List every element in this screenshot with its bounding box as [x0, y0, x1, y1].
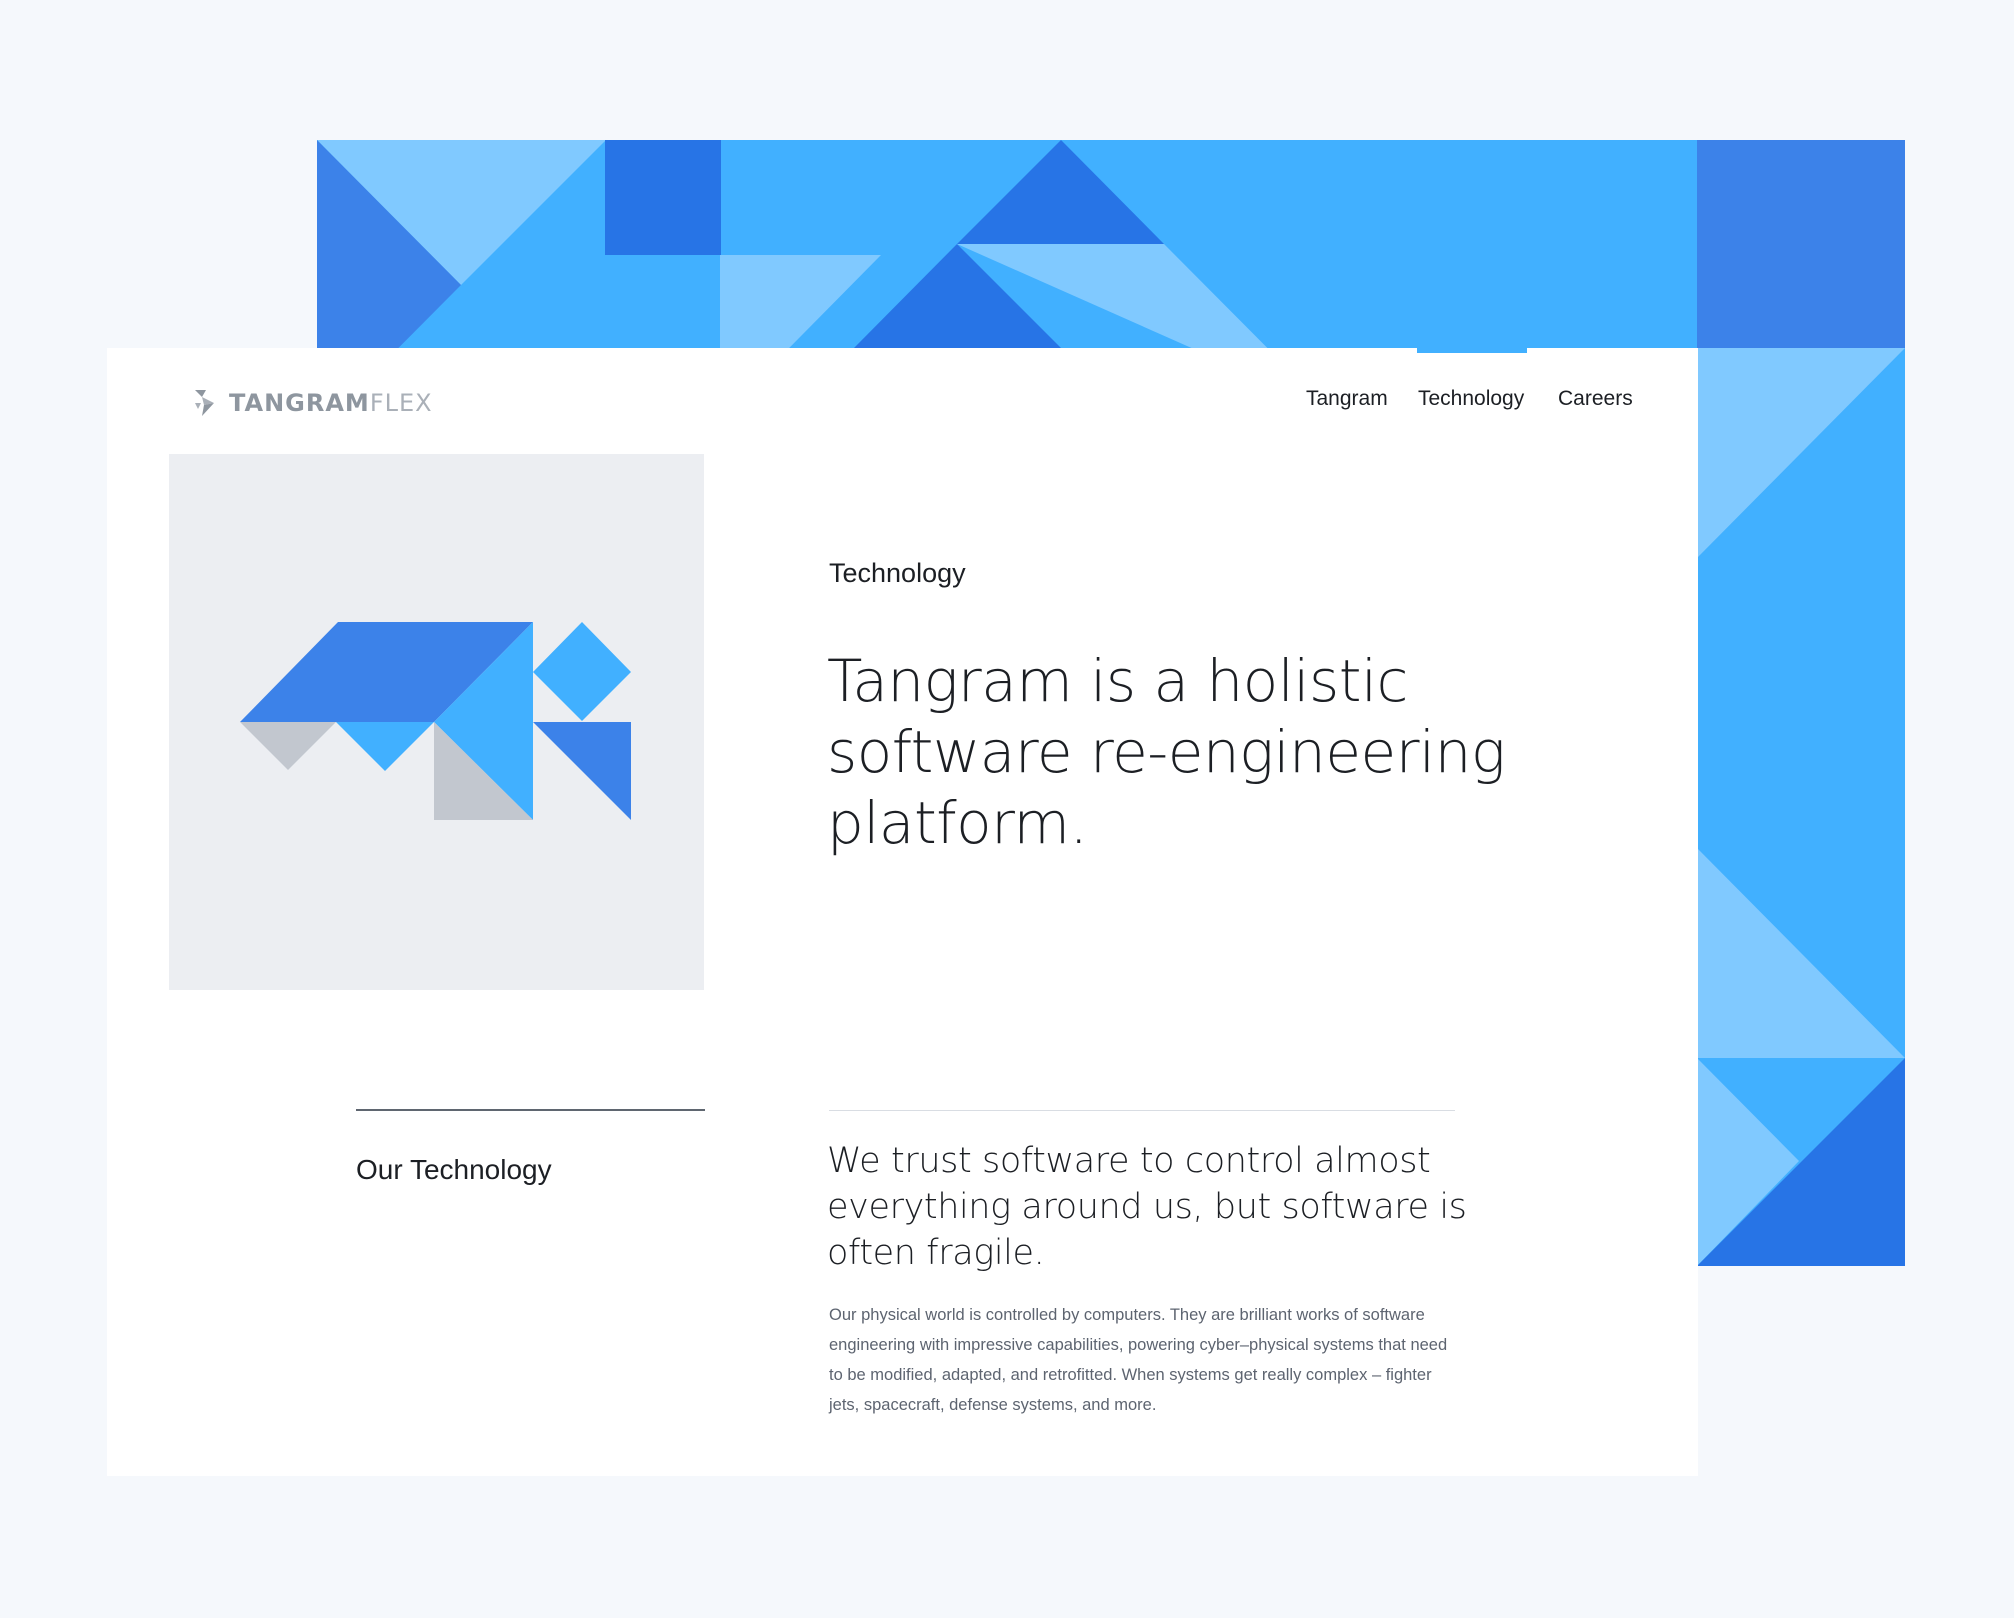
section-heading: We trust software to control almost ever… — [827, 1141, 1467, 1273]
pattern-shape — [1697, 140, 1905, 348]
logo-wordmark: TANGRAMFLEX — [229, 389, 433, 417]
nav-item-technology[interactable]: Technology — [1418, 384, 1524, 414]
hero-headline: Tangram is a holistic software re-engine… — [827, 647, 1506, 857]
nav-item-tangram[interactable]: Tangram — [1306, 384, 1388, 414]
tangram-arrow-logo-icon — [195, 390, 214, 416]
pattern-shape — [605, 140, 721, 255]
nav-active-indicator — [1417, 348, 1527, 353]
section-divider-right — [829, 1110, 1455, 1111]
logo[interactable]: TANGRAMFLEX — [193, 388, 433, 418]
hero-eyebrow: Technology — [829, 558, 966, 588]
tangram-animal-illustration — [240, 622, 631, 820]
website-card: TANGRAMFLEX Tangram Technology Careers T… — [107, 348, 1698, 1476]
nav-item-careers[interactable]: Careers — [1558, 384, 1633, 414]
section-label: Our Technology — [356, 1154, 552, 1185]
section-body: Our physical world is controlled by comp… — [829, 1306, 1448, 1414]
hero-illustration-tile — [169, 454, 704, 990]
logo-word-strong: TANGRAM — [229, 389, 370, 417]
section-divider-left — [356, 1109, 705, 1111]
logo-word-light: FLEX — [369, 389, 433, 417]
